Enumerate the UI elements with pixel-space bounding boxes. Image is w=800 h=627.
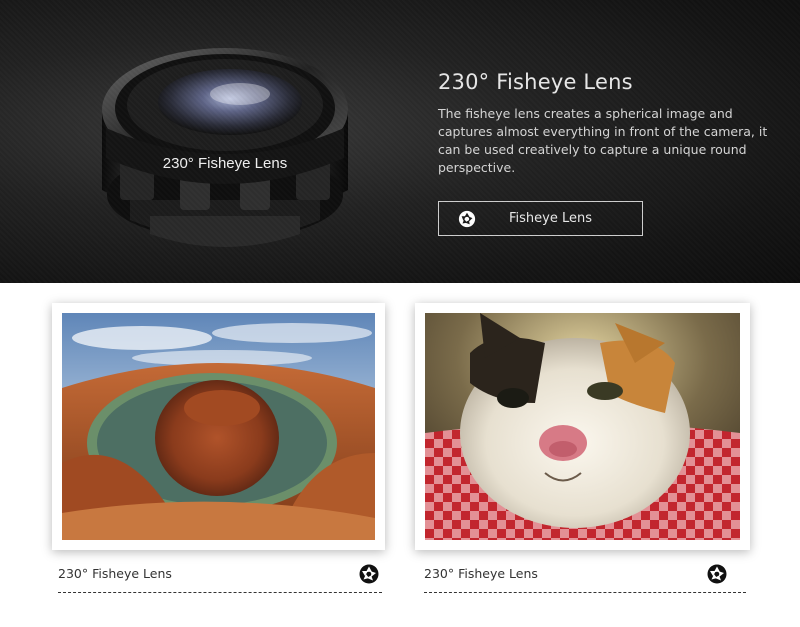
hero-title: 230° Fisheye Lens bbox=[438, 70, 633, 94]
gallery-caption-cat: 230° Fisheye Lens bbox=[424, 566, 538, 581]
hero-banner: 230° Fisheye Lens 230° Fisheye Lens The … bbox=[0, 0, 800, 283]
aperture-icon[interactable] bbox=[707, 564, 727, 584]
hero-description: The fisheye lens creates a spherical ima… bbox=[438, 106, 768, 175]
canyon-fisheye-photo bbox=[62, 313, 375, 540]
lens-engraving-text: 230° Fisheye Lens bbox=[163, 155, 287, 172]
fisheye-lens-button[interactable]: Fisheye Lens bbox=[438, 201, 643, 236]
caption-divider bbox=[58, 592, 382, 593]
aperture-icon bbox=[458, 210, 476, 228]
gallery-card-canyon[interactable] bbox=[52, 303, 385, 550]
cat-fisheye-photo bbox=[425, 313, 740, 540]
gallery-card-cat[interactable] bbox=[415, 303, 750, 550]
fisheye-lens-image: 230° Fisheye Lens bbox=[90, 20, 360, 260]
gallery-caption-canyon: 230° Fisheye Lens bbox=[58, 566, 172, 581]
caption-divider bbox=[424, 592, 746, 593]
aperture-icon[interactable] bbox=[359, 564, 379, 584]
